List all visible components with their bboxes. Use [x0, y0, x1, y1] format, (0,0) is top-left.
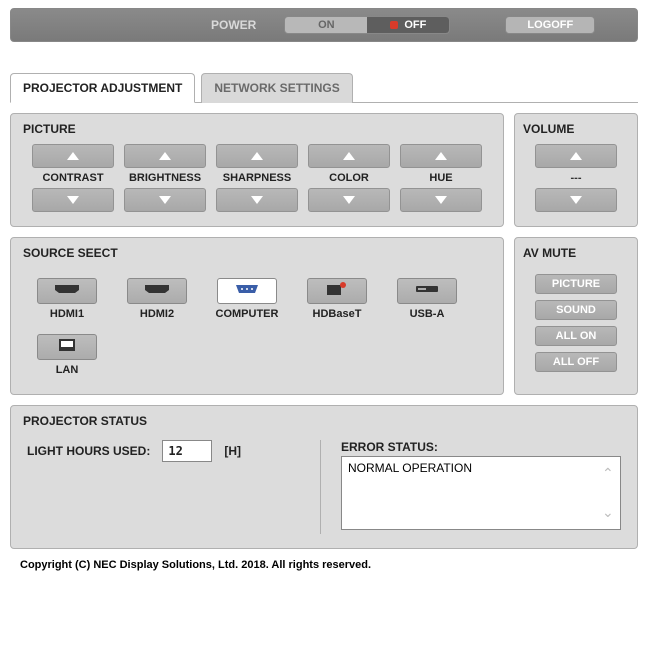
light-hours-value: 12	[162, 440, 212, 462]
source-select-panel: SOURCE SEECT HDMI1 HDMI2 COMPUTER HDBaseT US…	[10, 237, 504, 395]
source-usba-label: USB-A	[410, 308, 445, 320]
hue-down-button[interactable]	[400, 188, 482, 212]
hue-label: HUE	[429, 172, 452, 184]
avmute-all-on-button[interactable]: ALL ON	[535, 326, 617, 346]
power-label: POWER	[211, 18, 256, 32]
error-status-box: NORMAL OPERATION ⌃ ⌄	[341, 456, 621, 530]
avmute-all-off-button[interactable]: ALL OFF	[535, 352, 617, 372]
color-down-button[interactable]	[308, 188, 390, 212]
power-toggle: ON OFF	[284, 16, 450, 34]
light-hours-label: LIGHT HOURS USED:	[27, 444, 150, 458]
volume-panel: VOLUME ---	[514, 113, 638, 227]
scroll-down-icon[interactable]: ⌄	[602, 504, 616, 521]
light-hours-unit: [H]	[224, 444, 241, 458]
sharpness-label: SHARPNESS	[223, 172, 291, 184]
footer-copyright: Copyright (C) NEC Display Solutions, Ltd…	[20, 559, 628, 571]
power-off-indicator-icon	[390, 21, 398, 29]
error-scroll[interactable]: ⌃ ⌄	[602, 457, 616, 529]
top-bar: POWER ON OFF LOGOFF	[10, 8, 638, 42]
lan-icon	[57, 337, 77, 358]
status-divider	[320, 440, 321, 534]
contrast-up-button[interactable]	[32, 144, 114, 168]
color-label: COLOR	[329, 172, 369, 184]
projector-status-title: PROJECTOR STATUS	[23, 414, 625, 428]
color-up-button[interactable]	[308, 144, 390, 168]
error-status-text: NORMAL OPERATION	[348, 461, 472, 475]
contrast-down-button[interactable]	[32, 188, 114, 212]
avmute-picture-button[interactable]: PICTURE	[535, 274, 617, 294]
source-lan-label: LAN	[56, 364, 79, 376]
tab-strip: PROJECTOR ADJUSTMENT NETWORK SETTINGS	[10, 72, 638, 103]
picture-panel: PICTURE CONTRAST BRIGHTNESS SHARPNESS COLOR…	[10, 113, 504, 227]
source-hdmi2-label: HDMI2	[140, 308, 174, 320]
av-mute-title: AV MUTE	[523, 246, 629, 260]
scroll-up-icon[interactable]: ⌃	[602, 465, 616, 482]
source-select-title: SOURCE SEECT	[23, 246, 491, 260]
source-hdbaset-label: HDBaseT	[313, 308, 362, 320]
sharpness-up-button[interactable]	[216, 144, 298, 168]
av-mute-panel: AV MUTE PICTURE SOUND ALL ON ALL OFF	[514, 237, 638, 395]
contrast-label: CONTRAST	[42, 172, 103, 184]
usb-icon	[414, 282, 440, 300]
hdmi-icon	[53, 282, 81, 300]
brightness-label: BRIGHTNESS	[129, 172, 201, 184]
tab-projector-adjustment[interactable]: PROJECTOR ADJUSTMENT	[10, 73, 195, 103]
avmute-sound-button[interactable]: SOUND	[535, 300, 617, 320]
brightness-down-button[interactable]	[124, 188, 206, 212]
power-on-button[interactable]: ON	[285, 17, 367, 33]
vga-icon	[233, 282, 261, 300]
brightness-up-button[interactable]	[124, 144, 206, 168]
source-computer-button[interactable]	[217, 278, 277, 304]
picture-title: PICTURE	[23, 122, 491, 136]
source-usba-button[interactable]	[397, 278, 457, 304]
hue-up-button[interactable]	[400, 144, 482, 168]
source-hdmi1-label: HDMI1	[50, 308, 84, 320]
source-hdmi1-button[interactable]	[37, 278, 97, 304]
logoff-button[interactable]: LOGOFF	[505, 16, 595, 34]
volume-title: VOLUME	[523, 122, 629, 136]
projector-status-panel: PROJECTOR STATUS LIGHT HOURS USED: 12 [H…	[10, 405, 638, 549]
hdmi-icon	[143, 282, 171, 300]
source-lan-button[interactable]	[37, 334, 97, 360]
source-hdbaset-button[interactable]	[307, 278, 367, 304]
volume-up-button[interactable]	[535, 144, 617, 168]
source-hdmi2-button[interactable]	[127, 278, 187, 304]
source-computer-label: COMPUTER	[216, 308, 279, 320]
power-off-button[interactable]: OFF	[367, 17, 449, 33]
volume-down-button[interactable]	[535, 188, 617, 212]
tab-network-settings[interactable]: NETWORK SETTINGS	[201, 73, 352, 103]
volume-value: ---	[571, 172, 582, 184]
hdbaset-icon	[325, 281, 349, 302]
error-status-label: ERROR STATUS:	[341, 440, 621, 454]
sharpness-down-button[interactable]	[216, 188, 298, 212]
